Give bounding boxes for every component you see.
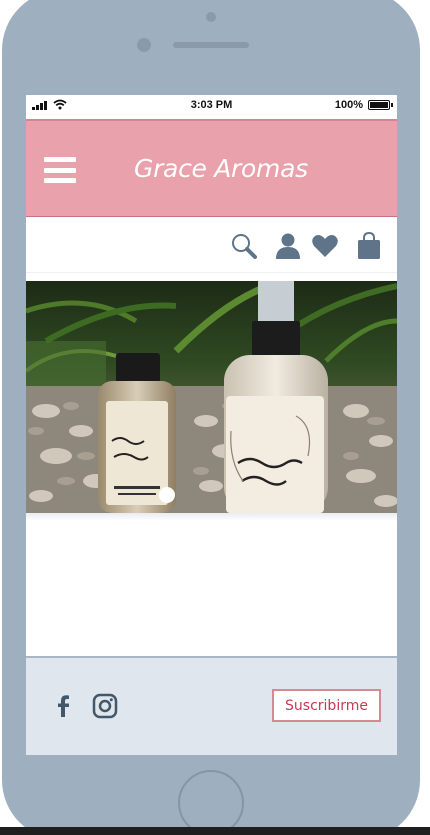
shopping-bag-icon[interactable] [355, 232, 383, 260]
user-icon[interactable] [274, 232, 302, 260]
bottom-bar [0, 827, 430, 835]
front-camera-dot [206, 12, 216, 22]
facebook-icon[interactable] [50, 693, 76, 719]
phone-speaker [173, 42, 249, 48]
heart-icon[interactable] [311, 232, 339, 260]
instagram-icon[interactable] [92, 693, 118, 719]
battery-percent: 100% [334, 99, 363, 111]
battery-status: 100% [334, 99, 393, 111]
home-button[interactable] [178, 770, 244, 835]
camera-lens [137, 38, 151, 52]
hero-shadow [26, 513, 397, 521]
action-toolbar [26, 218, 397, 273]
hero-carousel[interactable] [26, 281, 397, 513]
status-bar: 3:03 PM 100% [26, 95, 397, 115]
subscribe-button[interactable]: Suscribirme [272, 689, 381, 722]
product-photo [26, 281, 397, 513]
phone-screen: 3:03 PM 100% Grace Aromas Suscribirme [26, 95, 397, 755]
brand-title[interactable]: Grace Aromas [134, 154, 308, 183]
carousel-dot[interactable] [159, 487, 175, 503]
battery-icon [368, 100, 393, 110]
footer: Suscribirme [26, 656, 397, 755]
search-icon[interactable] [230, 232, 258, 260]
menu-icon[interactable] [44, 157, 76, 183]
app-header: Grace Aromas [26, 119, 397, 217]
